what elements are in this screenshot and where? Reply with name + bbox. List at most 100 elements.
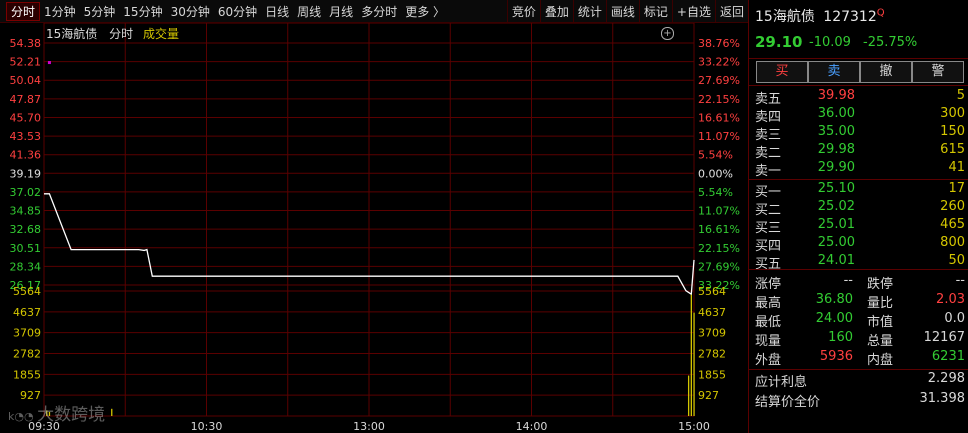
price-tick-label: 39.19 xyxy=(10,167,42,180)
chart-header: 15海航债 分时 成交量 xyxy=(46,25,179,42)
ask-label: 卖四 xyxy=(755,110,782,125)
quote-panel: 15海航债 127312Q 29.10 -10.09 -25.75% 买 卖 撤… xyxy=(748,0,968,433)
stat-label: 市值 xyxy=(867,315,894,330)
bid-price: 25.00 xyxy=(817,235,855,250)
stat-row: 现量 160 总量 12167 xyxy=(749,330,968,349)
period-tab[interactable]: 月线 xyxy=(325,3,357,20)
chart-indicator[interactable]: 成交量 xyxy=(143,27,179,41)
tool-button[interactable]: 叠加 xyxy=(541,3,573,20)
period-tab[interactable]: 1分钟 xyxy=(40,3,80,20)
ask-label: 卖一 xyxy=(755,164,782,179)
period-tab[interactable]: 多分时 xyxy=(357,3,401,20)
zoom-icon[interactable]: + xyxy=(661,27,674,40)
accrued-interest-label: 应计利息 xyxy=(755,375,808,390)
price-tick-label: 54.38 xyxy=(10,37,42,50)
price-tick-label: 41.36 xyxy=(10,149,42,162)
watermark-logo-icon: k◔◔ xyxy=(8,410,38,423)
volume-tick-label: 5564 xyxy=(698,285,726,298)
stat-value: 24.00 xyxy=(815,311,853,326)
stat-label: 最高 xyxy=(755,296,782,311)
price-tick-label: 30.51 xyxy=(10,242,42,255)
pct-tick-label: 22.15% xyxy=(698,93,740,106)
ask-row: 卖五 39.98 5 xyxy=(749,88,968,107)
period-tab[interactable]: 更多 〉 xyxy=(401,3,449,20)
bid-label: 买一 xyxy=(755,185,782,200)
price-tick-label: 32.68 xyxy=(10,223,42,236)
stat-label: 现量 xyxy=(755,334,782,349)
pct-tick-label: 0.00% xyxy=(698,167,733,180)
period-tab[interactable]: 分时 xyxy=(6,1,41,21)
pct-tick-label: 11.07% xyxy=(698,130,740,143)
stat-row: 外盘 5936 内盘 6231 xyxy=(749,349,968,368)
stat-row: 最高 36.80 量比 2.03 xyxy=(749,292,968,311)
alert-button[interactable]: 警 xyxy=(912,61,964,83)
stat-row: 最低 24.00 市值 0.0 xyxy=(749,311,968,330)
pct-tick-label: 16.61% xyxy=(698,111,740,124)
ask-label: 卖五 xyxy=(755,92,782,107)
chart-stock-name: 15海航债 xyxy=(46,27,98,41)
volume-bar xyxy=(687,375,690,416)
volume-tick-label: 1855 xyxy=(13,368,41,381)
ask-volume: 150 xyxy=(940,124,965,139)
period-tab[interactable]: 周线 xyxy=(293,3,325,20)
ask-label: 卖三 xyxy=(755,128,782,143)
bid-row: 买三 25.01 465 xyxy=(749,217,968,236)
tool-button[interactable]: 返回 xyxy=(716,3,748,20)
last-price: 29.10 xyxy=(755,33,803,51)
stat-row: 涨停 -- 跌停 -- xyxy=(749,273,968,292)
sell-button[interactable]: 卖 xyxy=(808,61,860,83)
time-label: 15:00 xyxy=(678,420,710,433)
period-tabs: 分时 1分钟 5分钟 15分钟 30分钟 60分钟 日线 周线 月线 多分时 更多 〉 xyxy=(0,1,449,21)
ask-row: 卖三 35.00 150 xyxy=(749,124,968,143)
period-tab[interactable]: 30分钟 xyxy=(167,3,214,20)
tool-button[interactable]: 竞价 xyxy=(508,3,540,20)
period-tab[interactable]: 15分钟 xyxy=(119,3,166,20)
bid-label: 买四 xyxy=(755,239,782,254)
volume-tick-label: 4637 xyxy=(13,306,41,319)
pct-tick-label: 5.54% xyxy=(698,186,733,199)
volume-tick-label: 927 xyxy=(698,389,719,402)
price-change-pct: -25.75% xyxy=(863,35,918,50)
pct-tick-label: 33.22% xyxy=(698,56,740,69)
volume-tick-label: 2782 xyxy=(698,348,726,361)
stat-value: 6231 xyxy=(931,349,965,364)
intraday-chart[interactable]: 54.38 38.76% 52.21 33.22% 50.04 27.69% 47.87 22… xyxy=(0,23,748,433)
stat-value: 5936 xyxy=(819,349,853,364)
stat-value: 0.0 xyxy=(944,311,965,326)
tool-button[interactable]: 画线 xyxy=(607,3,639,20)
ask-price: 29.98 xyxy=(817,142,855,157)
period-toolbar: 分时 1分钟 5分钟 15分钟 30分钟 60分钟 日线 周线 月线 多分时 更多 〉 竞价 叠加 统计… xyxy=(0,0,748,23)
stat-value: 12167 xyxy=(923,330,965,345)
bid-volume: 465 xyxy=(940,217,965,232)
pct-tick-label: 16.61% xyxy=(698,223,740,236)
stat-label: 总量 xyxy=(867,334,894,349)
ask-price: 29.90 xyxy=(817,160,855,175)
volume-tick-label: 5564 xyxy=(13,285,41,298)
period-tab[interactable]: 日线 xyxy=(261,3,293,20)
accrued-interest-row: 应计利息 2.298 xyxy=(749,371,968,390)
price-tick-label: 28.34 xyxy=(10,260,42,273)
cancel-order-button[interactable]: 撤 xyxy=(860,61,912,83)
tool-buttons: 竞价 叠加 统计 画线 标记 +自选 返回 xyxy=(506,0,748,22)
stat-label: 内盘 xyxy=(867,353,894,368)
tool-button[interactable]: 标记 xyxy=(640,3,672,20)
bid-row: 买五 24.01 50 xyxy=(749,253,968,272)
stat-label: 外盘 xyxy=(755,353,782,368)
bid-price: 24.01 xyxy=(817,253,855,268)
stat-value: 36.80 xyxy=(815,292,853,307)
buy-button[interactable]: 买 xyxy=(756,61,808,83)
price-change: -10.09 xyxy=(809,35,851,50)
stat-value: 2.03 xyxy=(936,292,965,307)
volume-tick-label: 3709 xyxy=(13,327,41,340)
bid-row: 买一 25.10 17 xyxy=(749,181,968,200)
period-tab[interactable]: 5分钟 xyxy=(80,3,120,20)
period-tab[interactable]: 60分钟 xyxy=(214,3,261,20)
volume-tick-label: 4637 xyxy=(698,306,726,319)
volume-tick-label: 3709 xyxy=(698,327,726,340)
pct-tick-label: 11.07% xyxy=(698,205,740,218)
stock-title: 15海航债 127312Q xyxy=(755,6,885,26)
tool-button[interactable]: 统计 xyxy=(574,3,606,20)
stock-name: 15海航债 xyxy=(755,9,815,25)
stat-label: 最低 xyxy=(755,315,782,330)
tool-button[interactable]: +自选 xyxy=(673,3,715,20)
